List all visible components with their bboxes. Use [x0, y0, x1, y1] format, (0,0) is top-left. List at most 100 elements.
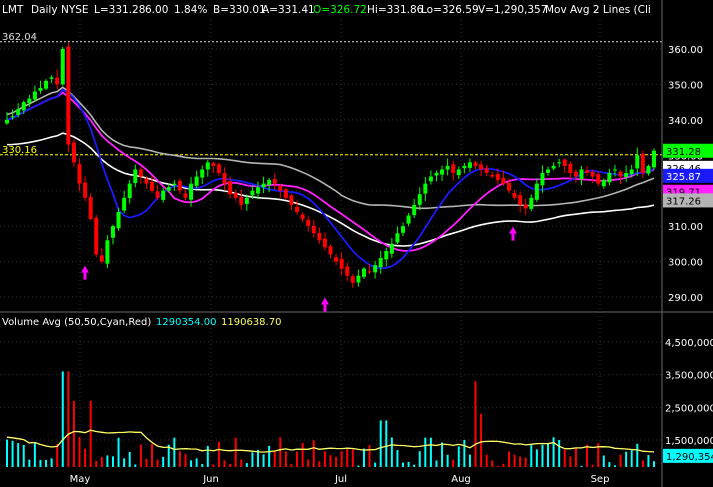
candle-body: [328, 246, 333, 255]
candle-body: [306, 219, 311, 227]
volume-bar: [229, 463, 232, 467]
candle-body: [55, 77, 60, 85]
candle-body: [44, 80, 49, 89]
volume-bar: [290, 464, 293, 467]
candle-body: [66, 46, 71, 145]
candle-body: [311, 225, 316, 234]
volume-bar: [340, 451, 343, 467]
volume-bar: [134, 464, 137, 467]
candle-body: [244, 197, 249, 204]
candle-body: [479, 164, 484, 170]
header-last: L=331.28: [94, 4, 145, 16]
candle-body: [534, 183, 539, 200]
candle-body: [389, 243, 394, 254]
candle-body: [16, 109, 21, 115]
candle-body: [127, 183, 132, 199]
volume-header-label: Volume Avg (50,50,Cyan,Red): [2, 317, 151, 328]
volume-bar: [496, 465, 499, 467]
candle-body: [99, 255, 104, 262]
arrow-marker: [321, 297, 329, 312]
candle-body: [177, 180, 182, 191]
volume-bar: [379, 420, 382, 467]
volume-bar: [625, 451, 628, 467]
month-label: Sep: [591, 474, 610, 485]
volume-bar: [279, 437, 282, 467]
candle-body: [322, 238, 327, 248]
volume-bar: [480, 413, 483, 467]
candle-body: [205, 162, 210, 170]
volume-bar: [653, 461, 655, 467]
volume-tick-label: 2,500,000: [665, 403, 713, 414]
volume-bar: [323, 451, 326, 467]
volume-bar: [468, 454, 471, 467]
candle-body: [60, 49, 65, 85]
candle-body: [646, 165, 651, 174]
candle-body: [32, 91, 37, 100]
volume-bar: [374, 462, 377, 467]
candle-body: [88, 197, 93, 220]
volume-bar: [106, 455, 109, 467]
volume-bar: [245, 463, 248, 467]
volume-bar: [123, 458, 126, 467]
volume-bar: [262, 454, 265, 467]
header-volume: V=1,290,357: [478, 4, 547, 16]
candle-body: [71, 142, 76, 163]
candle-body: [495, 173, 500, 181]
candle-body: [133, 169, 138, 183]
price-tick-label: 340.00: [668, 116, 703, 127]
candle-body: [27, 98, 32, 103]
candle-body: [585, 170, 590, 173]
candle-body: [412, 204, 417, 216]
volume-bar: [117, 437, 120, 467]
volume-bar: [139, 444, 142, 467]
volume-panel: 1,500,000 2,500,000 3,500,000 4,500,000: [0, 338, 713, 467]
candle-body: [138, 169, 143, 177]
candle-body: [652, 150, 656, 168]
candle-body: [568, 163, 573, 173]
arrow-marker: [509, 226, 517, 241]
volume-bar: [128, 451, 131, 467]
volume-bar: [507, 451, 510, 467]
candle-body: [596, 174, 601, 184]
header-bid: B=330.01: [213, 4, 266, 16]
volume-header-value1: 1290354.00: [156, 317, 216, 328]
high-level-label: 362.04: [2, 32, 37, 43]
candle-body: [295, 206, 300, 212]
volume-bar: [268, 445, 271, 467]
candle-body: [49, 77, 54, 79]
candle-body: [144, 178, 149, 184]
header-change-pct: 1.84%: [174, 4, 207, 16]
candle-body: [10, 116, 15, 118]
volume-bar: [602, 455, 605, 467]
candle-body: [506, 182, 511, 191]
volume-bar: [535, 449, 538, 467]
volume-bar: [519, 456, 522, 467]
candle-body: [373, 265, 378, 273]
candle-body: [272, 178, 277, 184]
volume-bar: [201, 464, 204, 467]
candle-body: [300, 214, 305, 220]
volume-last-tag: 1,290,354: [666, 452, 713, 463]
candle-body: [200, 169, 205, 178]
candle-body: [216, 164, 221, 173]
candle-body: [501, 177, 506, 184]
candle-body: [395, 233, 400, 243]
candle-body: [122, 197, 127, 211]
volume-bar: [407, 461, 410, 467]
month-label: Jun: [202, 474, 219, 485]
volume-bar: [178, 451, 181, 467]
volume-bar: [190, 460, 193, 467]
volume-bar: [301, 443, 304, 467]
volume-bar: [329, 455, 332, 467]
volume-bar: [335, 457, 338, 467]
candle-body: [233, 192, 238, 198]
candle-body: [579, 169, 584, 180]
volume-bar: [513, 454, 516, 467]
candle-body: [211, 163, 216, 166]
volume-bar: [206, 445, 209, 467]
volume-bar: [240, 459, 243, 467]
volume-bar: [586, 444, 589, 467]
candle-body: [278, 185, 283, 191]
candle-body: [378, 258, 383, 268]
candle-body: [423, 183, 428, 194]
